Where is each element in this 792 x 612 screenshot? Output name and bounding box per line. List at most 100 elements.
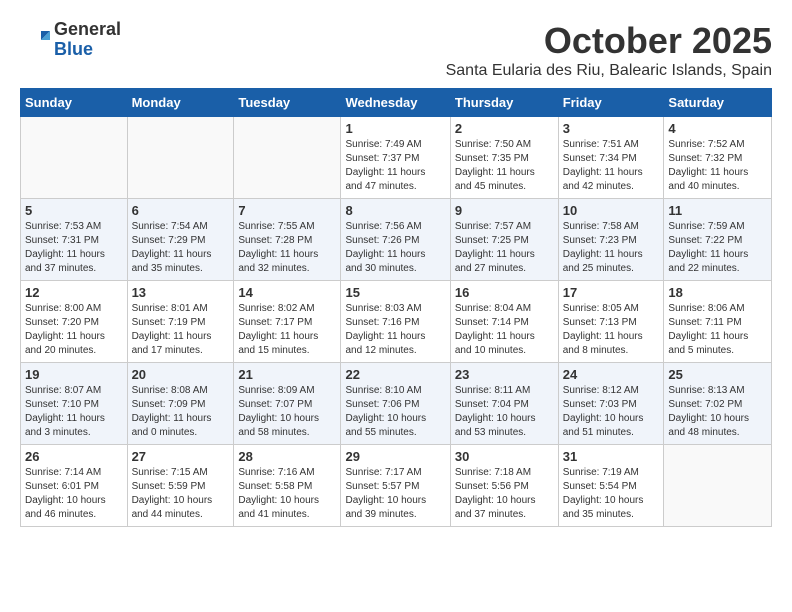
day-number: 14 [238, 285, 336, 300]
day-number: 4 [668, 121, 767, 136]
day-info: Sunrise: 7:19 AM Sunset: 5:54 PM Dayligh… [563, 466, 660, 522]
weekday-header-row: SundayMondayTuesdayWednesdayThursdayFrid… [21, 89, 772, 117]
calendar-cell: 6Sunrise: 7:54 AM Sunset: 7:29 PM Daylig… [127, 199, 234, 281]
day-number: 27 [132, 449, 230, 464]
day-info: Sunrise: 8:07 AM Sunset: 7:10 PM Dayligh… [25, 384, 123, 440]
day-info: Sunrise: 8:00 AM Sunset: 7:20 PM Dayligh… [25, 302, 123, 358]
calendar-cell: 9 Sunrise: 7:57 AM Sunset: 7:25 PM Daylig… [450, 199, 558, 281]
day-info: Sunrise: 7:14 AM Sunset: 6:01 PM Dayligh… [25, 466, 123, 522]
day-info: Sunrise: 7:51 AM Sunset: 7:34 PM Dayligh… [563, 138, 660, 194]
calendar-cell: 5Sunrise: 7:53 AM Sunset: 7:31 PM Daylig… [21, 199, 128, 281]
calendar-cell: 31 Sunrise: 7:19 AM Sunset: 5:54 PM Dayli… [558, 445, 664, 527]
calendar-cell: 1 Sunrise: 7:49 AM Sunset: 7:37 PM Daylig… [341, 117, 450, 199]
day-number: 19 [25, 367, 123, 382]
weekday-friday: Friday [558, 89, 664, 117]
weekday-monday: Monday [127, 89, 234, 117]
day-info: Sunrise: 7:18 AM Sunset: 5:56 PM Dayligh… [455, 466, 554, 522]
day-info: Sunrise: 7:15 AM Sunset: 5:59 PM Dayligh… [132, 466, 230, 522]
day-number: 7 [238, 203, 336, 218]
calendar-cell [234, 117, 341, 199]
day-number: 3 [563, 121, 660, 136]
location: Santa Eularia des Riu, Balearic Islands,… [446, 62, 772, 80]
month-title: October 2025 [446, 20, 772, 62]
day-number: 17 [563, 285, 660, 300]
logo-icon [20, 25, 50, 55]
calendar-week-5: 26 Sunrise: 7:14 AM Sunset: 6:01 PM Dayli… [21, 445, 772, 527]
calendar-week-2: 5Sunrise: 7:53 AM Sunset: 7:31 PM Daylig… [21, 199, 772, 281]
calendar-cell: 13 Sunrise: 8:01 AM Sunset: 7:19 PM Dayli… [127, 281, 234, 363]
day-number: 25 [668, 367, 767, 382]
calendar-cell [664, 445, 772, 527]
weekday-sunday: Sunday [21, 89, 128, 117]
day-info: Sunrise: 8:05 AM Sunset: 7:13 PM Dayligh… [563, 302, 660, 358]
day-number: 24 [563, 367, 660, 382]
calendar-cell [21, 117, 128, 199]
logo-general: General [54, 20, 121, 40]
day-number: 6 [132, 203, 230, 218]
calendar-week-4: 19 Sunrise: 8:07 AM Sunset: 7:10 PM Dayli… [21, 363, 772, 445]
day-number: 26 [25, 449, 123, 464]
day-number: 1 [345, 121, 445, 136]
calendar-cell: 3 Sunrise: 7:51 AM Sunset: 7:34 PM Daylig… [558, 117, 664, 199]
day-info: Sunrise: 7:52 AM Sunset: 7:32 PM Dayligh… [668, 138, 767, 194]
day-info: Sunrise: 8:02 AM Sunset: 7:17 PM Dayligh… [238, 302, 336, 358]
day-info: Sunrise: 8:12 AM Sunset: 7:03 PM Dayligh… [563, 384, 660, 440]
calendar-cell: 10Sunrise: 7:58 AM Sunset: 7:23 PM Dayli… [558, 199, 664, 281]
calendar-cell: 23 Sunrise: 8:11 AM Sunset: 7:04 PM Dayli… [450, 363, 558, 445]
weekday-thursday: Thursday [450, 89, 558, 117]
calendar-cell: 7 Sunrise: 7:55 AM Sunset: 7:28 PM Daylig… [234, 199, 341, 281]
day-info: Sunrise: 8:06 AM Sunset: 7:11 PM Dayligh… [668, 302, 767, 358]
calendar-body: 1 Sunrise: 7:49 AM Sunset: 7:37 PM Daylig… [21, 117, 772, 527]
day-info: Sunrise: 7:49 AM Sunset: 7:37 PM Dayligh… [345, 138, 445, 194]
day-info: Sunrise: 7:58 AM Sunset: 7:23 PM Dayligh… [563, 220, 660, 276]
calendar-week-3: 12 Sunrise: 8:00 AM Sunset: 7:20 PM Dayli… [21, 281, 772, 363]
day-number: 5 [25, 203, 123, 218]
calendar-cell: 24 Sunrise: 8:12 AM Sunset: 7:03 PM Dayli… [558, 363, 664, 445]
title-area: October 2025 Santa Eularia des Riu, Bale… [446, 20, 772, 80]
day-info: Sunrise: 7:57 AM Sunset: 7:25 PM Dayligh… [455, 220, 554, 276]
calendar-week-1: 1 Sunrise: 7:49 AM Sunset: 7:37 PM Daylig… [21, 117, 772, 199]
day-number: 13 [132, 285, 230, 300]
day-info: Sunrise: 8:01 AM Sunset: 7:19 PM Dayligh… [132, 302, 230, 358]
day-number: 15 [345, 285, 445, 300]
day-info: Sunrise: 8:10 AM Sunset: 7:06 PM Dayligh… [345, 384, 445, 440]
day-info: Sunrise: 7:55 AM Sunset: 7:28 PM Dayligh… [238, 220, 336, 276]
day-number: 23 [455, 367, 554, 382]
calendar-cell: 16 Sunrise: 8:04 AM Sunset: 7:14 PM Dayli… [450, 281, 558, 363]
calendar-cell: 2Sunrise: 7:50 AM Sunset: 7:35 PM Daylig… [450, 117, 558, 199]
calendar-cell: 11 Sunrise: 7:59 AM Sunset: 7:22 PM Dayli… [664, 199, 772, 281]
logo: General Blue [20, 20, 121, 60]
day-number: 28 [238, 449, 336, 464]
logo-text: General Blue [54, 20, 121, 60]
calendar-cell: 4 Sunrise: 7:52 AM Sunset: 7:32 PM Daylig… [664, 117, 772, 199]
logo-blue: Blue [54, 40, 121, 60]
day-number: 16 [455, 285, 554, 300]
calendar-cell [127, 117, 234, 199]
day-number: 18 [668, 285, 767, 300]
day-number: 21 [238, 367, 336, 382]
day-info: Sunrise: 7:59 AM Sunset: 7:22 PM Dayligh… [668, 220, 767, 276]
day-number: 31 [563, 449, 660, 464]
calendar-cell: 19 Sunrise: 8:07 AM Sunset: 7:10 PM Dayli… [21, 363, 128, 445]
day-info: Sunrise: 7:17 AM Sunset: 5:57 PM Dayligh… [345, 466, 445, 522]
calendar-cell: 14 Sunrise: 8:02 AM Sunset: 7:17 PM Dayli… [234, 281, 341, 363]
day-number: 9 [455, 203, 554, 218]
calendar: SundayMondayTuesdayWednesdayThursdayFrid… [20, 88, 772, 527]
calendar-cell: 21Sunrise: 8:09 AM Sunset: 7:07 PM Dayli… [234, 363, 341, 445]
weekday-saturday: Saturday [664, 89, 772, 117]
calendar-cell: 27 Sunrise: 7:15 AM Sunset: 5:59 PM Dayli… [127, 445, 234, 527]
day-number: 11 [668, 203, 767, 218]
day-number: 29 [345, 449, 445, 464]
calendar-cell: 29 Sunrise: 7:17 AM Sunset: 5:57 PM Dayli… [341, 445, 450, 527]
day-info: Sunrise: 8:11 AM Sunset: 7:04 PM Dayligh… [455, 384, 554, 440]
calendar-cell: 22 Sunrise: 8:10 AM Sunset: 7:06 PM Dayli… [341, 363, 450, 445]
calendar-header: SundayMondayTuesdayWednesdayThursdayFrid… [21, 89, 772, 117]
calendar-cell: 26 Sunrise: 7:14 AM Sunset: 6:01 PM Dayli… [21, 445, 128, 527]
day-number: 30 [455, 449, 554, 464]
day-info: Sunrise: 7:50 AM Sunset: 7:35 PM Dayligh… [455, 138, 554, 194]
day-number: 12 [25, 285, 123, 300]
day-info: Sunrise: 8:04 AM Sunset: 7:14 PM Dayligh… [455, 302, 554, 358]
day-info: Sunrise: 8:08 AM Sunset: 7:09 PM Dayligh… [132, 384, 230, 440]
calendar-cell: 12 Sunrise: 8:00 AM Sunset: 7:20 PM Dayli… [21, 281, 128, 363]
day-number: 22 [345, 367, 445, 382]
